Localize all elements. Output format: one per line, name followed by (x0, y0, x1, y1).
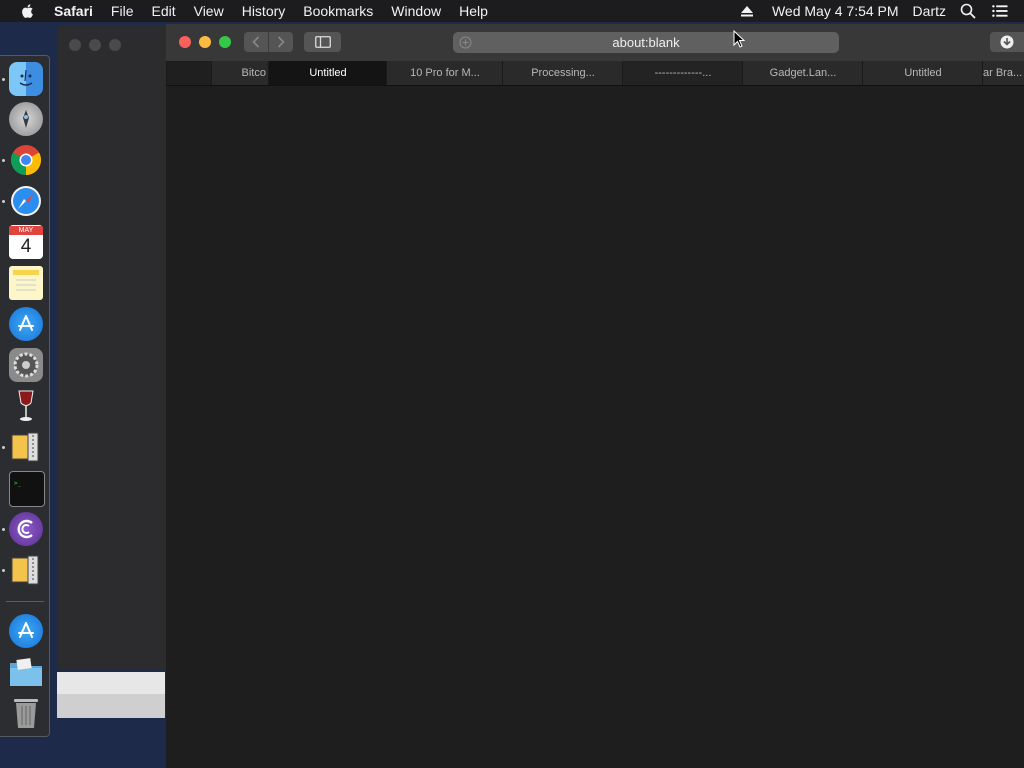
back-button[interactable] (244, 32, 268, 52)
tab-10-pro[interactable]: 10 Pro for M... (386, 61, 503, 85)
menu-bookmarks[interactable]: Bookmarks (303, 3, 373, 19)
menu-history[interactable]: History (242, 3, 286, 19)
background-window (57, 25, 177, 670)
forward-button[interactable] (268, 32, 293, 52)
downloads-folder-icon[interactable] (9, 655, 43, 689)
safari-running-indicator (2, 200, 5, 203)
inactive-close-button[interactable] (69, 39, 81, 51)
bittorrent-running-indicator (2, 528, 5, 531)
system-preferences-icon[interactable] (9, 348, 43, 382)
archive-utility-running-indicator (2, 569, 5, 572)
inactive-minimize-button[interactable] (89, 39, 101, 51)
archive-utility-icon[interactable] (9, 430, 43, 464)
chrome-running-indicator (2, 159, 5, 162)
apple-icon[interactable] (20, 3, 36, 19)
calendar-day: 4 (20, 235, 32, 257)
calendar-month: MAY (9, 225, 43, 235)
finder-icon[interactable] (9, 62, 43, 96)
finder-running-indicator (2, 78, 5, 81)
menu-edit[interactable]: Edit (151, 3, 175, 19)
calendar-icon[interactable]: MAY 4 (9, 225, 43, 259)
bittorrent-icon[interactable] (9, 512, 43, 546)
navigation-buttons (244, 32, 293, 52)
tab-bar: Bitco Untitled 10 Pro for M... Processin… (166, 61, 1024, 86)
user-name[interactable]: Dartz (913, 3, 946, 19)
chevron-left-icon (252, 36, 260, 48)
tab-gadget-lan[interactable]: Gadget.Lan... (742, 61, 863, 85)
tab-label: 10 Pro for M... (410, 67, 480, 79)
tab-label: Bitco (241, 67, 266, 79)
tab-label: ar Bra... (983, 67, 1023, 79)
chevron-right-icon (277, 36, 285, 48)
tab-dashes[interactable]: -------------... (622, 61, 743, 85)
safari-toolbar: about:blank (166, 24, 1024, 62)
svg-text:>_: >_ (14, 480, 22, 487)
menu-view[interactable]: View (194, 3, 224, 19)
terminal-icon[interactable]: >_ (9, 471, 45, 507)
tab-label: Processing... (531, 67, 595, 79)
menu-file[interactable]: File (111, 3, 134, 19)
launchpad-icon[interactable] (9, 102, 43, 136)
tab-bitcoin[interactable]: Bitco (211, 61, 268, 85)
menu-bar: Safari File Edit View History Bookmarks … (0, 0, 1024, 22)
safari-icon[interactable] (9, 184, 43, 218)
menu-help[interactable]: Help (459, 3, 488, 19)
wine-icon[interactable] (9, 389, 43, 423)
minimize-button[interactable] (199, 36, 211, 48)
tab-processing[interactable]: Processing... (502, 61, 623, 85)
chrome-icon[interactable] (9, 143, 43, 177)
address-bar[interactable]: about:blank (453, 32, 839, 53)
dock: MAY 4 >_ (0, 55, 50, 737)
clock[interactable]: Wed May 4 7:54 PM (772, 3, 899, 19)
notification-center-icon[interactable] (992, 3, 1008, 19)
add-bookmark-icon[interactable] (459, 36, 472, 49)
app-store-icon[interactable] (9, 307, 43, 341)
sidebar-toggle-button[interactable] (304, 32, 341, 52)
archive-utility-running-indicator (2, 446, 5, 449)
page-content[interactable] (166, 86, 1024, 768)
tab-untitled[interactable]: Untitled (862, 61, 983, 85)
inactive-zoom-button[interactable] (109, 39, 121, 51)
menu-window[interactable]: Window (391, 3, 441, 19)
safari-window: about:blank Bitco Untitled 10 Pro for M.… (166, 24, 1024, 768)
tab-label: -------------... (654, 67, 712, 79)
tab-label: Untitled (309, 67, 347, 79)
tab-label: Gadget.Lan... (769, 67, 837, 79)
tab-pinned[interactable] (166, 61, 212, 85)
menu-app-safari[interactable]: Safari (54, 3, 93, 19)
mouse-cursor-icon (733, 30, 745, 48)
archive-utility-icon[interactable] (9, 553, 43, 587)
tab-untitled-active[interactable]: Untitled (268, 61, 387, 85)
zoom-button[interactable] (219, 36, 231, 48)
eject-icon[interactable] (740, 4, 754, 18)
sidebar-icon (314, 36, 331, 48)
notes-icon[interactable] (9, 266, 43, 300)
dock-separator (6, 601, 44, 602)
tab-label: Untitled (904, 67, 942, 79)
downloads-button[interactable] (990, 32, 1024, 52)
spotlight-icon[interactable] (960, 3, 976, 19)
close-button[interactable] (179, 36, 191, 48)
trash-icon[interactable] (9, 696, 43, 730)
app-store-icon[interactable] (9, 614, 43, 648)
download-icon (1000, 35, 1014, 49)
background-window-panel-lower (57, 694, 165, 718)
tab-partial[interactable]: ar Bra... (982, 61, 1024, 85)
url-text: about:blank (612, 35, 680, 50)
